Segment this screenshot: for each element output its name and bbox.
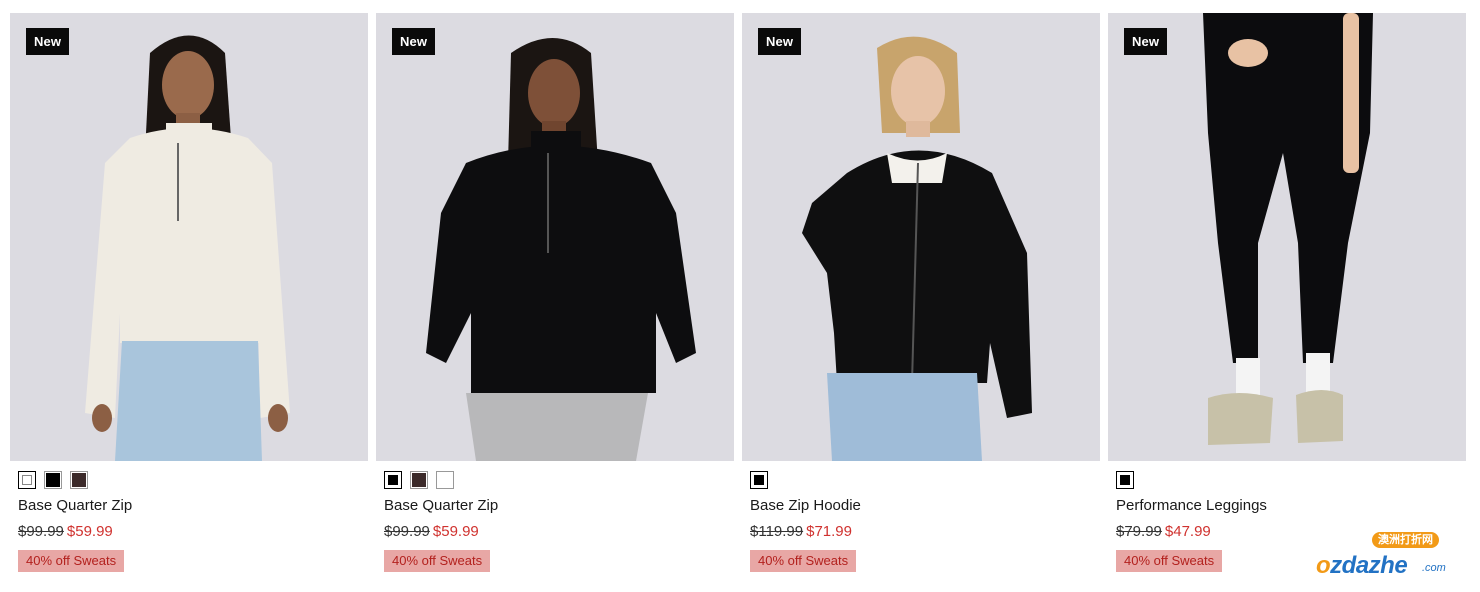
new-badge: New: [758, 28, 802, 55]
new-badge: New: [392, 28, 436, 55]
swatch-white[interactable]: [436, 471, 454, 489]
new-badge: New: [26, 28, 70, 55]
product-name[interactable]: Performance Leggings: [1116, 497, 1466, 515]
watermark-tag: 澳洲打折网: [1372, 532, 1439, 548]
promo-badge: 40% off Sweats: [750, 550, 857, 572]
model-illustration: [1108, 13, 1466, 461]
color-swatches: [1116, 471, 1466, 489]
product-image[interactable]: New: [10, 13, 368, 461]
product-image[interactable]: New: [742, 13, 1100, 461]
model-illustration: [742, 13, 1100, 461]
product-name[interactable]: Base Quarter Zip: [384, 497, 734, 515]
promo-badge: 40% off Sweats: [1116, 550, 1223, 572]
swatch-black[interactable]: [750, 471, 768, 489]
color-swatches: [384, 471, 734, 489]
product-card[interactable]: New Base Quarter Zip $99.99 $59.99 40% of…: [10, 13, 368, 572]
swatch-black[interactable]: [44, 471, 62, 489]
promo-badge: 40% off Sweats: [384, 550, 491, 572]
swatch-brown[interactable]: [70, 471, 88, 489]
price-row: $99.99 $59.99: [18, 523, 368, 541]
swatch-brown[interactable]: [410, 471, 428, 489]
color-swatches: [750, 471, 1100, 489]
product-card[interactable]: New Performance Leggings $79.99 $47.99 40…: [1108, 13, 1466, 572]
sale-price: $71.99: [806, 523, 852, 540]
color-swatches: [18, 471, 368, 489]
swatch-black[interactable]: [1116, 471, 1134, 489]
original-price: $99.99: [384, 523, 430, 540]
price-row: $119.99 $71.99: [750, 523, 1100, 541]
site-watermark-logo: 澳洲打折网 ozdazhe .com: [1292, 532, 1460, 580]
model-illustration: [10, 13, 368, 461]
original-price: $99.99: [18, 523, 64, 540]
model-illustration: [376, 13, 734, 461]
product-card[interactable]: New Base Zip Hoodie $119.99 $71.99 40% of…: [742, 13, 1100, 572]
sale-price: $59.99: [432, 523, 479, 540]
promo-badge: 40% off Sweats: [18, 550, 125, 572]
product-grid: New Base Quarter Zip $99.99 $59.99 40% of…: [10, 13, 1467, 572]
original-price: $79.99: [1116, 523, 1162, 540]
original-price: $119.99: [750, 523, 804, 540]
product-card[interactable]: New Base Quarter Zip $99.99 $59.99 40% of…: [376, 13, 734, 572]
watermark-brand: ozdazhe: [1316, 552, 1408, 579]
product-image[interactable]: New: [1108, 13, 1466, 461]
swatch-black[interactable]: [384, 471, 402, 489]
swatch-white[interactable]: [18, 471, 36, 489]
product-name[interactable]: Base Quarter Zip: [18, 497, 368, 515]
product-name[interactable]: Base Zip Hoodie: [750, 497, 1100, 515]
watermark-suffix: .com: [1422, 562, 1446, 574]
sale-price: $59.99: [66, 523, 113, 540]
sale-price: $47.99: [1164, 523, 1211, 540]
product-image[interactable]: New: [376, 13, 734, 461]
new-badge: New: [1124, 28, 1168, 55]
price-row: $99.99 $59.99: [384, 523, 734, 541]
